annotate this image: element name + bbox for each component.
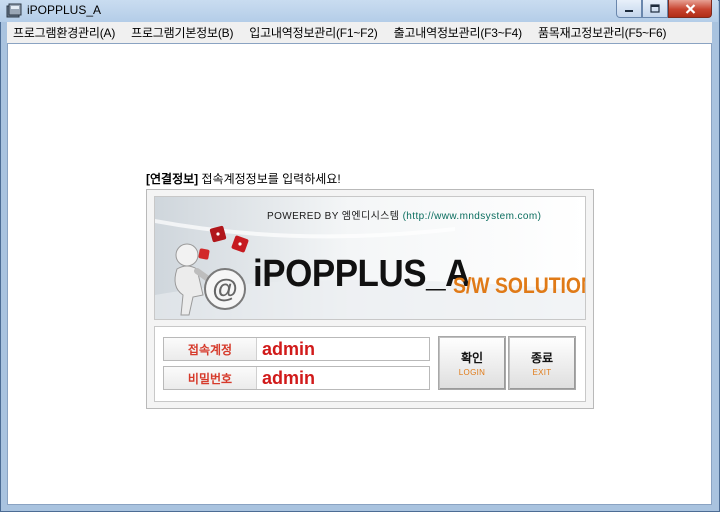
connection-tag: [연결정보]: [146, 172, 199, 186]
login-button-sublabel: LOGIN: [458, 368, 486, 377]
minimize-icon: [625, 9, 633, 12]
menu-inbound-management[interactable]: 입고내역정보관리(F1~F2): [249, 24, 378, 41]
menu-stock-management[interactable]: 품목재고정보관리(F5~F6): [538, 24, 667, 41]
menu-bar: 프로그램환경관리(A) 프로그램기본정보(B) 입고내역정보관리(F1~F2) …: [7, 22, 712, 43]
dice-icon: [198, 225, 249, 260]
mascot-logo: @: [174, 225, 249, 316]
svg-text:@: @: [212, 273, 237, 303]
menu-outbound-management[interactable]: 출고내역정보관리(F3~F4): [394, 24, 523, 41]
caption-buttons: [616, 0, 712, 19]
account-row: 접속계정: [163, 337, 430, 361]
account-label: 접속계정: [164, 338, 257, 360]
brand-name: iPOPPLUS_A: [253, 253, 470, 295]
menu-program-environment[interactable]: 프로그램환경관리(A): [13, 24, 115, 41]
account-input[interactable]: [262, 338, 428, 360]
login-button-label: 확인: [460, 351, 484, 365]
password-input[interactable]: [262, 367, 428, 389]
connection-prompt: 접속계정정보를 입력하세요!: [201, 172, 341, 186]
app-icon: [6, 3, 22, 19]
exit-button-sublabel: EXIT: [532, 368, 552, 377]
company-url: (http://www.mndsystem.com): [402, 211, 542, 222]
powered-by-text: POWERED BY 엠엔디시스템: [267, 211, 400, 222]
close-button[interactable]: [668, 0, 712, 18]
window-title: iPOPPLUS_A: [27, 3, 102, 17]
title-bar[interactable]: iPOPPLUS_A: [0, 0, 718, 22]
menu-program-basic-info[interactable]: 프로그램기본정보(B): [131, 24, 233, 41]
brand-slogan: S/W SOLUTION: [453, 273, 586, 298]
password-label: 비밀번호: [164, 367, 257, 389]
close-icon: [685, 3, 695, 14]
minimize-button[interactable]: [616, 0, 642, 18]
password-row: 비밀번호: [163, 366, 430, 390]
powered-by: POWERED BY 엠엔디시스템 (http://www.mndsystem.…: [267, 207, 541, 222]
exit-button-label: 종료: [530, 351, 554, 365]
exit-button[interactable]: 종료 EXIT: [508, 336, 576, 390]
maximize-icon: [650, 4, 660, 13]
maximize-button[interactable]: [642, 0, 668, 18]
connection-heading: [연결정보] 접속계정정보를 입력하세요!: [146, 170, 341, 187]
login-button[interactable]: 확인 LOGIN: [438, 336, 506, 390]
product-banner: POWERED BY 엠엔디시스템 (http://www.mndsystem.…: [154, 196, 586, 320]
